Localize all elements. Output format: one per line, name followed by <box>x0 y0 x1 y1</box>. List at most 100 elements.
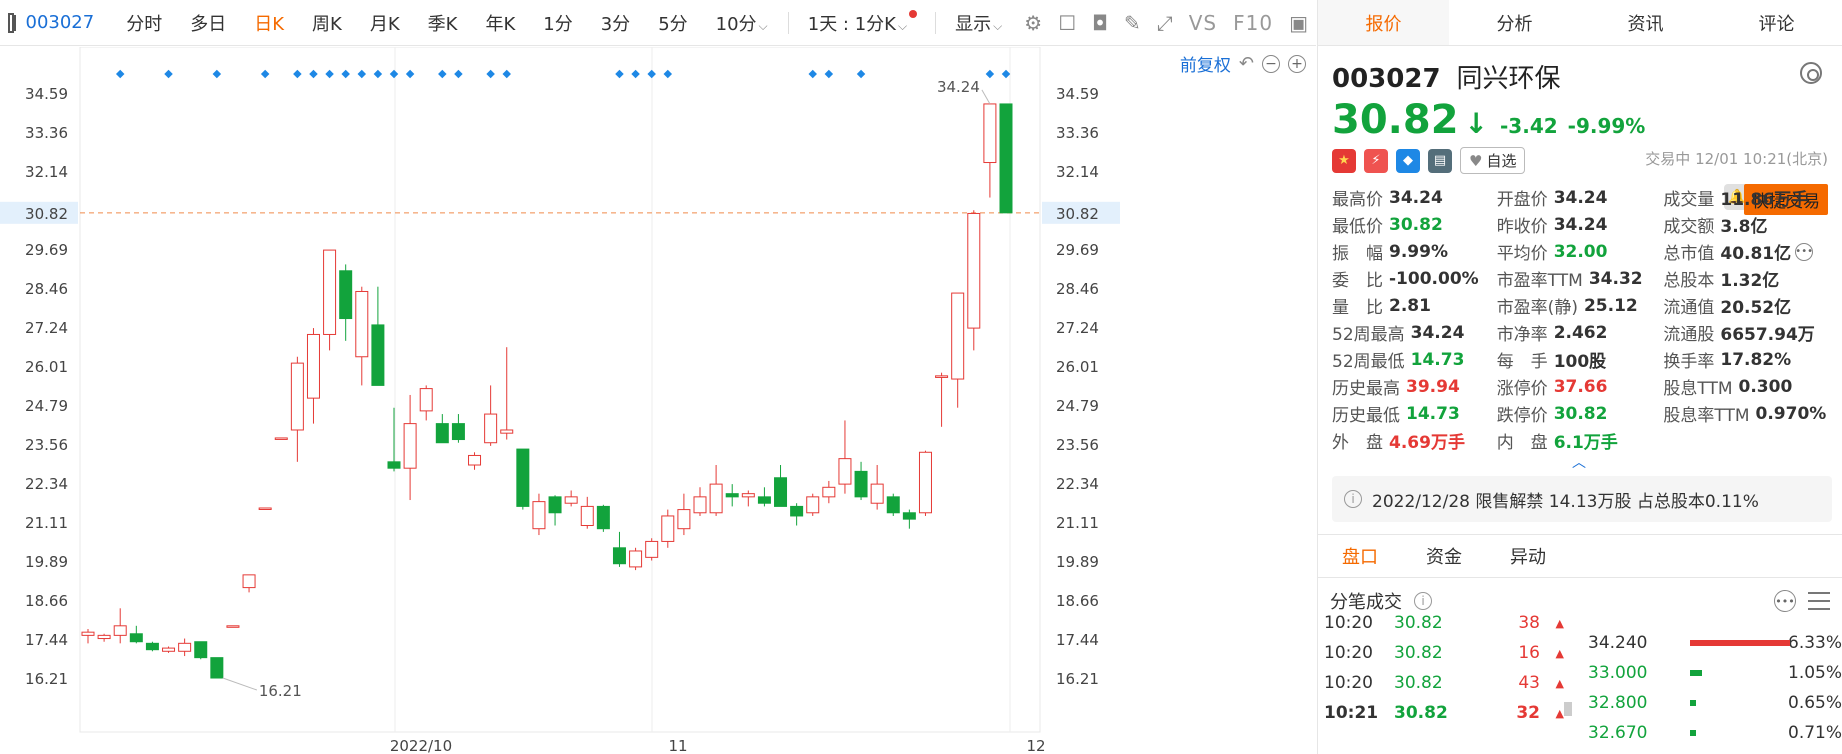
chevron-down-icon: ⌵ <box>993 18 1003 33</box>
candle-body <box>113 625 127 636</box>
china-flag-icon[interactable]: ★ <box>1332 148 1356 173</box>
vs-compare-button[interactable]: VS <box>1189 11 1217 35</box>
tab-analysis[interactable]: 分析 <box>1449 0 1580 45</box>
tick-row: 10:20 30.82 16 ▲ <box>1324 638 1564 668</box>
x-label-oct: 2022/10 <box>390 737 452 754</box>
list-icon[interactable] <box>1808 592 1830 610</box>
stat-value: 34.24 <box>1389 187 1443 208</box>
stat-label: 市净率 <box>1496 325 1548 345</box>
panel-toggle-icon[interactable]: ▣ <box>1289 10 1308 36</box>
candle-body <box>854 470 868 498</box>
display-select[interactable]: 显示 ⌵ <box>955 10 1002 36</box>
stat-value: 100股 <box>1553 352 1607 372</box>
stat-value: -100.00% <box>1389 268 1479 289</box>
event-marker <box>341 69 350 79</box>
panel-settings-icon[interactable] <box>1800 62 1822 84</box>
more-icon[interactable]: ••• <box>1774 590 1796 612</box>
candle-body <box>693 496 707 514</box>
more-icon[interactable]: ••• <box>1795 242 1814 261</box>
tick-volume: 16 <box>1518 643 1540 663</box>
tab-quote[interactable]: 报价 <box>1318 0 1449 45</box>
zoom-out-icon[interactable]: − <box>1262 54 1280 73</box>
period-tab-quarterly[interactable]: 季K <box>428 10 458 36</box>
stat-cell: 总股本 1.32亿 <box>1663 266 1832 291</box>
price-distribution: 34.240 6.33% 33.000 1.05% 32.800 0.65% 32.670 0… <box>1588 628 1842 748</box>
period-tab-monthly[interactable]: 月K <box>370 10 400 36</box>
price-line: 30.82 ↓ -3.42 -9.99% <box>1332 97 1828 143</box>
kline-chart[interactable]: 前复权 ↶ − + 34.59 34.59 33.36 33.36 32.14 32.14… <box>0 46 1316 754</box>
range-select[interactable]: 1天 : 1分K ⌵ <box>808 9 918 36</box>
candle-body <box>451 423 465 441</box>
adjust-mode-button[interactable]: 前复权 <box>1180 51 1231 76</box>
event-marker <box>647 69 656 79</box>
stat-value: 34.24 <box>1553 187 1608 208</box>
add-watchlist-button[interactable]: ♥ 自选 <box>1460 147 1526 174</box>
candle-body <box>145 642 159 651</box>
stat-label: 涨停价 <box>1496 379 1548 399</box>
candle-body <box>918 451 932 514</box>
stat-cell: 跌停价 30.82 <box>1497 401 1664 427</box>
settings-gear-icon[interactable]: ⚙ <box>1024 10 1042 36</box>
tick-list: 10:20 30.82 38 ▲ 10:20 30.82 16 ▲ 10:20 30.82 43 ▲ 1… <box>1324 608 1564 744</box>
collapse-caret-icon[interactable]: ︿ <box>1572 452 1586 472</box>
tab-news[interactable]: 资讯 <box>1580 0 1711 45</box>
tick-price: 30.82 <box>1394 643 1443 663</box>
y-tick-label-left: 30.82 <box>25 205 68 223</box>
stat-label: 流通股 <box>1663 325 1715 345</box>
candle-body <box>129 633 143 643</box>
stat-row: 量 比 2.81 市盈率(静) 25.12 流通值 20.52亿 <box>1332 292 1832 319</box>
stat-cell: 昨收价 34.24 <box>1497 212 1664 238</box>
period-tab-1min[interactable]: 1分 <box>543 10 572 36</box>
stat-cell: 最高价 34.24 <box>1332 185 1497 211</box>
reset-icon[interactable]: ↶ <box>1239 53 1254 74</box>
period-tab-intraday[interactable]: 分时 <box>126 10 162 36</box>
candle-body <box>725 493 739 498</box>
tick-row: 10:20 30.82 43 ▲ <box>1324 668 1564 698</box>
period-tab-multiday[interactable]: 多日 <box>190 10 226 36</box>
price-change-pct: -9.99% <box>1567 114 1646 138</box>
scrollbar-thumb[interactable] <box>1564 702 1572 716</box>
tab-fundflow[interactable]: 资金 <box>1402 535 1486 577</box>
candle-body <box>548 496 562 514</box>
heart-icon: ♥ <box>1469 151 1483 170</box>
period-tab-yearly[interactable]: 年K <box>485 10 515 36</box>
tick-row: 10:20 30.82 38 ▲ <box>1324 608 1564 638</box>
event-marker <box>824 69 834 79</box>
stat-value: 40.81亿 <box>1720 244 1792 264</box>
stat-cell: 总市值 40.81亿 ••• <box>1663 239 1832 264</box>
tab-movement[interactable]: 异动 <box>1486 535 1570 577</box>
tab-orderbook[interactable]: 盘口 <box>1318 535 1402 577</box>
sidebar-toggle-icon[interactable] <box>8 12 16 33</box>
zoom-in-icon[interactable]: + <box>1288 54 1306 73</box>
tick-volume: 32 <box>1516 703 1540 723</box>
y-tick-label-left: 19.89 <box>25 553 68 571</box>
f10-button[interactable]: F10 <box>1233 11 1273 35</box>
stat-label: 内 盘 <box>1496 433 1548 453</box>
y-tick-label-left: 21.11 <box>25 514 68 532</box>
tab-comments[interactable]: 评论 <box>1711 0 1842 45</box>
fullscreen-icon[interactable]: ⤢ <box>1157 10 1173 36</box>
stock-code-link[interactable]: 003027 <box>26 12 95 33</box>
distribution-bar-track <box>1689 670 1788 676</box>
y-tick-label-right: 33.36 <box>1056 124 1099 142</box>
stock-name: 同兴环保 <box>1456 64 1561 94</box>
indicator-box-icon[interactable]: ☐ <box>1058 10 1076 36</box>
bookmark-icon[interactable]: ▤ <box>1428 148 1452 173</box>
camera-icon[interactable]: ◘ <box>1092 10 1108 36</box>
lightning-icon[interactable]: ⚡ <box>1364 148 1388 173</box>
stat-label: 流通值 <box>1663 298 1715 318</box>
period-tab-weekly[interactable]: 周K <box>312 10 342 36</box>
period-tab-5min[interactable]: 5分 <box>658 10 687 36</box>
unlock-notice[interactable]: i 2022/12/28 限售解禁 14.13万股 占总股本0.11% <box>1332 476 1832 522</box>
stat-label: 股息率TTM <box>1663 406 1750 426</box>
draw-pen-icon[interactable]: ✎ <box>1124 10 1141 36</box>
period-select[interactable]: 10分 ⌵ <box>716 10 768 36</box>
tag-icon[interactable]: ◆ <box>1396 148 1420 173</box>
period-tab-3min[interactable]: 3分 <box>601 10 630 36</box>
candle-body <box>870 483 884 504</box>
stat-label: 成交额 <box>1663 217 1715 237</box>
stat-value: 17.82% <box>1720 349 1792 370</box>
period-tab-daily[interactable]: 日K <box>254 10 284 36</box>
distribution-bar <box>1689 670 1702 676</box>
distribution-row: 33.000 1.05% <box>1588 658 1842 688</box>
